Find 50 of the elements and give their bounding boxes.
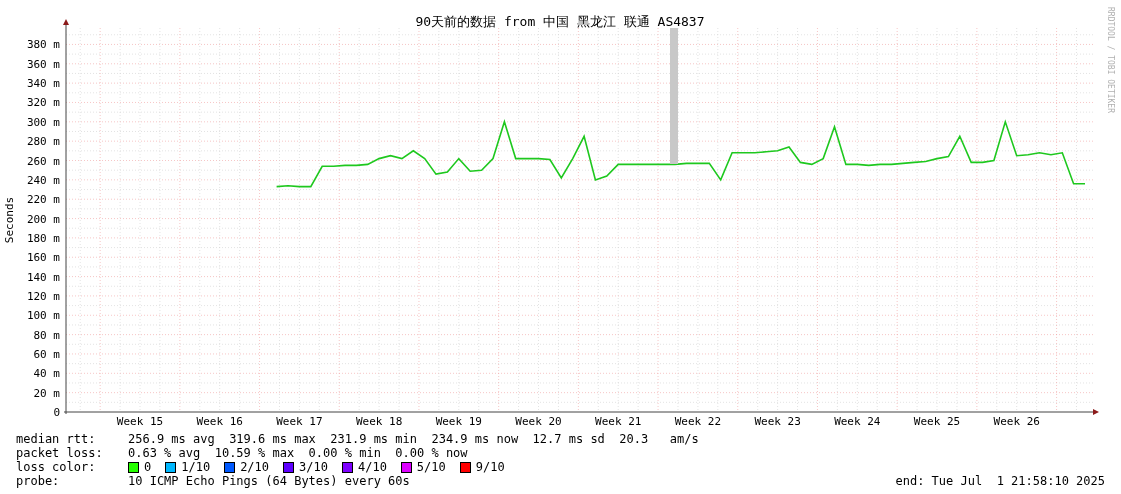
axis-label: Seconds <box>3 196 16 244</box>
side-note: RRDTOOL / TOBI OETIKER <box>1106 7 1115 113</box>
legend-text: 3/10 <box>299 460 328 474</box>
tick-label: 200 m <box>26 212 60 226</box>
legend-label: probe: <box>16 474 61 488</box>
chart-title: 90天前的数据 from 中国 黑龙江 联通 AS4837 <box>415 14 705 29</box>
legend-label: median rtt: <box>16 432 97 446</box>
tick-label: Week 17 <box>276 415 323 428</box>
tick-label: 120 m <box>26 289 60 303</box>
tick-label: 20 m <box>33 386 60 400</box>
tick-label: 100 m <box>26 309 60 323</box>
tick-label: Week 18 <box>355 415 403 428</box>
tick-label: Week 22 <box>674 415 722 428</box>
tick-label: Week 21 <box>595 415 642 428</box>
tick-label: Week 16 <box>196 415 243 428</box>
tick-label: 240 m <box>26 173 60 187</box>
tick-label: 320 m <box>26 96 60 110</box>
tick-label: Week 26 <box>993 415 1040 428</box>
tick-label: 140 m <box>26 270 60 284</box>
legend-text: 256.9 ms avg 319.6 ms max 231.9 ms min 234.9 ms now 12.7 ms sd 20.3 am/s <box>128 432 699 446</box>
tick-label: Week 15 <box>116 415 164 428</box>
legend-text: 0.63 % avg 10.59 % max 0.00 % min 0.00 % now <box>128 446 468 460</box>
tick-label: 40 m <box>33 367 60 381</box>
legend-text: 1/10 <box>181 460 211 474</box>
tick-label: 180 m <box>26 231 60 245</box>
tick-label: Week 25 <box>913 415 961 428</box>
tick-label: 280 m <box>26 135 60 149</box>
legend-text: 4/10 <box>357 460 387 474</box>
tick-label: 300 m <box>26 115 60 129</box>
tick-label: 160 m <box>26 251 60 265</box>
legend-text: 9/10 <box>475 460 505 474</box>
tick-label: Week 23 <box>754 415 801 428</box>
tick-label: 260 m <box>26 154 60 168</box>
tick-label: 360 m <box>26 57 60 71</box>
legend-text: 2/10 <box>240 460 270 474</box>
legend-label: packet loss: <box>16 446 104 460</box>
tick-label: 0 <box>53 406 60 419</box>
tick-label: 60 m <box>33 347 60 361</box>
legend-text: 0 <box>144 460 152 474</box>
tick-label: 340 m <box>26 77 60 91</box>
legend-text: 10 ICMP Echo Pings (64 Bytes) every 60s <box>128 474 410 488</box>
tick-label: Week 20 <box>515 415 562 428</box>
tick-label: 80 m <box>33 328 60 342</box>
tick-label: 220 m <box>26 193 60 207</box>
legend-text: 5/10 <box>416 460 446 474</box>
legend-label: loss color: <box>16 460 97 474</box>
end-time: end: Tue Jul 1 21:58:10 2025 <box>895 474 1105 488</box>
tick-label: Week 24 <box>834 415 881 428</box>
tick-label: 380 m <box>26 38 60 52</box>
tick-label: Week 19 <box>435 415 482 428</box>
